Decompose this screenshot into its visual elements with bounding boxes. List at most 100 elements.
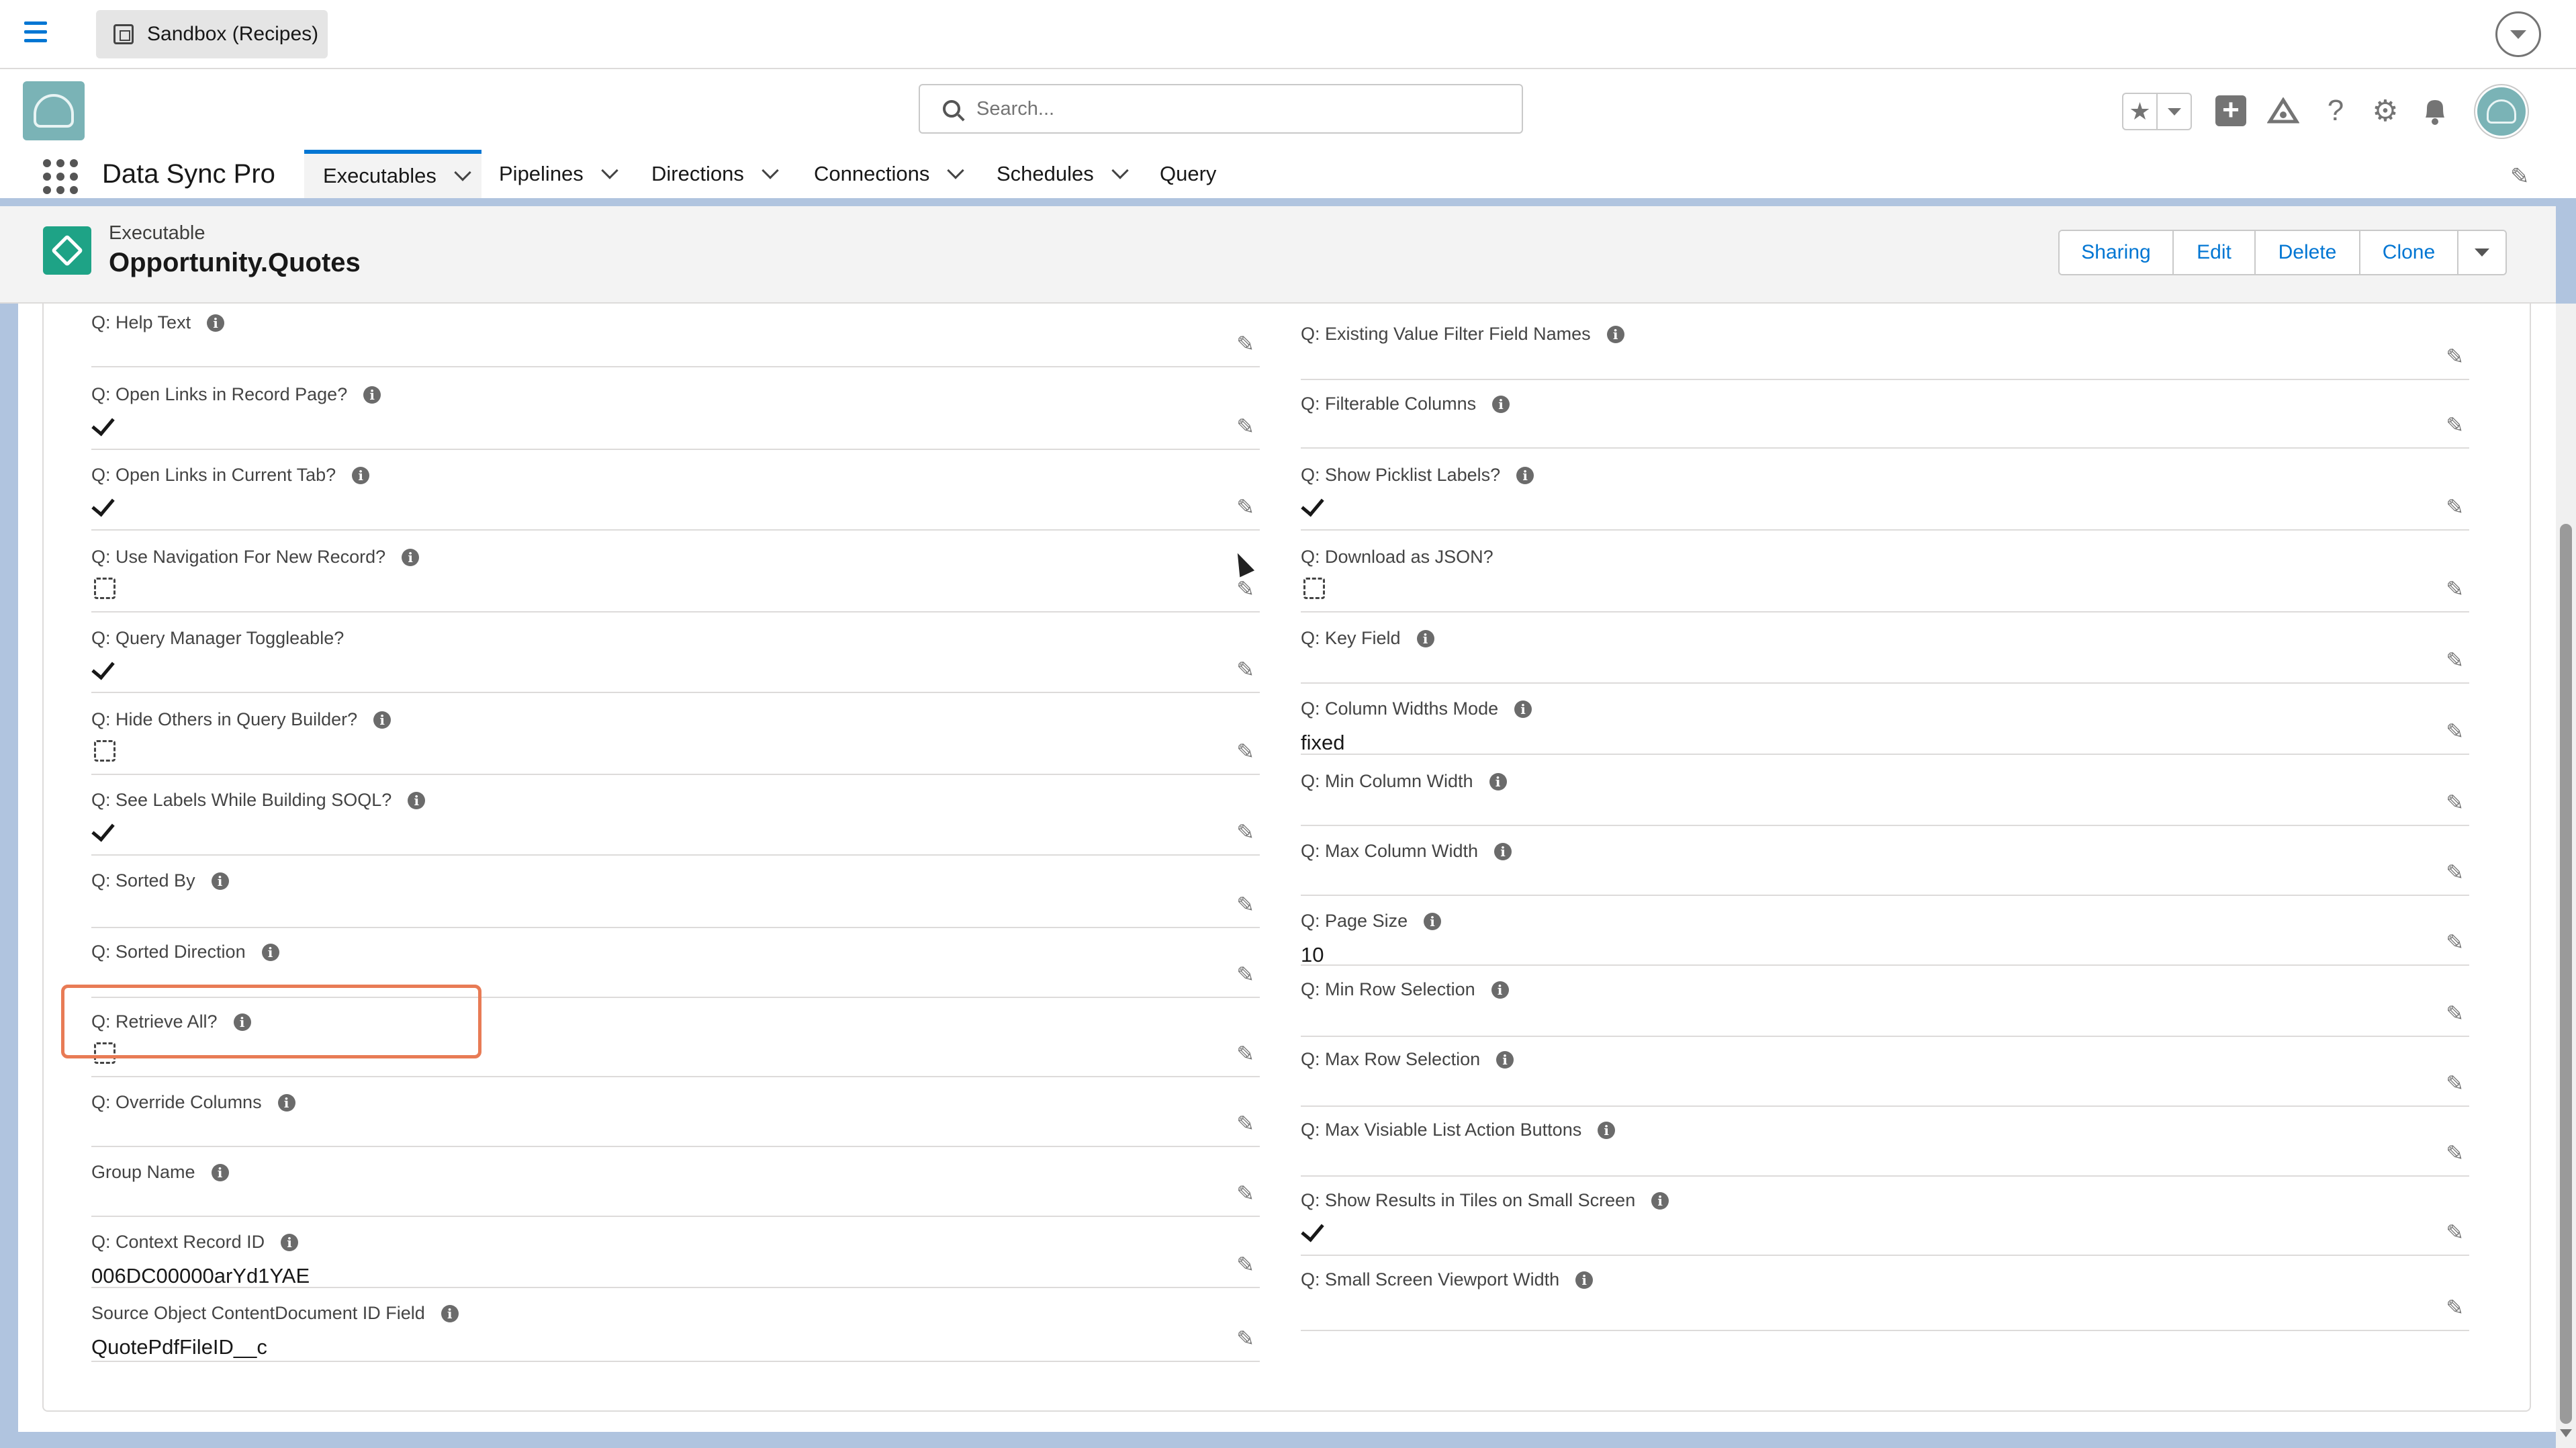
edit-pencil-icon[interactable]: ✎: [1236, 657, 1254, 682]
more-actions-button[interactable]: [2458, 231, 2505, 274]
edit-pencil-icon[interactable]: ✎: [2446, 790, 2464, 815]
edit-pencil-icon[interactable]: ✎: [1236, 1181, 1254, 1206]
chevron-down-icon[interactable]: [762, 162, 779, 179]
edit-pencil-icon[interactable]: ✎: [1236, 1326, 1254, 1351]
edit-pencil-icon[interactable]: ✎: [1236, 1252, 1254, 1277]
edit-pencil-icon[interactable]: ✎: [1236, 414, 1254, 439]
edit-pencil-icon[interactable]: ✎: [2446, 719, 2464, 744]
info-icon[interactable]: i: [1424, 912, 1442, 930]
app-launcher-icon[interactable]: [43, 159, 78, 194]
tab-pipelines[interactable]: Pipelines: [499, 150, 618, 198]
favorites-group: ★: [2122, 93, 2192, 130]
edit-pencil-icon[interactable]: ✎: [2446, 344, 2464, 369]
tab-directions[interactable]: Directions: [651, 150, 779, 198]
edit-pencil-icon[interactable]: ✎: [1236, 494, 1254, 520]
info-icon[interactable]: i: [1514, 700, 1532, 718]
field-row: Q: Use Navigation For New Record? i ✎: [91, 539, 1260, 613]
info-icon[interactable]: i: [441, 1304, 459, 1322]
info-icon[interactable]: i: [1598, 1121, 1616, 1139]
field-label: Q: Open Links in Record Page? i: [91, 384, 381, 405]
edit-pencil-icon[interactable]: ✎: [2446, 1220, 2464, 1245]
field-row: Q: Help Text i ✎: [91, 304, 1260, 367]
info-icon[interactable]: i: [1489, 772, 1507, 790]
info-icon[interactable]: i: [211, 872, 229, 890]
edit-pencil-icon[interactable]: ✎: [2446, 412, 2464, 438]
edit-pencil-icon[interactable]: ✎: [2446, 647, 2464, 673]
scrollbar-thumb[interactable]: [2560, 524, 2572, 1424]
edit-pencil-icon[interactable]: ✎: [2446, 494, 2464, 520]
edit-pencil-icon[interactable]: ✎: [2446, 1001, 2464, 1026]
info-icon[interactable]: i: [363, 386, 381, 404]
avatar[interactable]: [2475, 85, 2528, 138]
info-icon[interactable]: i: [402, 548, 420, 566]
search-icon: [943, 100, 960, 118]
bell-icon[interactable]: [2418, 93, 2452, 128]
chevron-down-icon[interactable]: [2495, 11, 2541, 57]
edit-pencil-icon[interactable]: ✎: [1236, 576, 1254, 602]
favorites-menu-button[interactable]: [2158, 94, 2191, 129]
info-icon[interactable]: i: [1651, 1191, 1669, 1210]
field-label-text: Source Object ContentDocument ID Field: [91, 1303, 425, 1323]
edit-pencil-icon[interactable]: ✎: [1236, 739, 1254, 764]
info-icon[interactable]: i: [373, 711, 392, 729]
info-icon[interactable]: i: [352, 466, 370, 484]
gear-icon[interactable]: ⚙: [2368, 93, 2403, 128]
delete-button[interactable]: Delete: [2256, 231, 2360, 274]
chevron-down-icon[interactable]: [947, 162, 965, 179]
tab-schedules[interactable]: Schedules: [997, 150, 1129, 198]
info-icon[interactable]: i: [1491, 981, 1509, 999]
field-row: Q: Filterable Columns i ✎: [1301, 386, 2469, 449]
field-label-text: Q: See Labels While Building SOQL?: [91, 790, 392, 810]
global-search[interactable]: [919, 84, 1523, 134]
edit-button[interactable]: Edit: [2174, 231, 2256, 274]
field-label-text: Q: Sorted Direction: [91, 942, 246, 962]
tab-label: Pipelines: [499, 162, 584, 185]
menu-icon[interactable]: [24, 21, 47, 44]
tab-query[interactable]: Query: [1160, 150, 1216, 198]
edit-pencil-icon[interactable]: ✎: [1236, 962, 1254, 987]
chevron-down-icon[interactable]: [1111, 162, 1129, 179]
tab-connections[interactable]: Connections: [814, 150, 965, 198]
info-icon[interactable]: i: [1492, 395, 1510, 413]
info-icon[interactable]: i: [207, 314, 225, 332]
info-icon[interactable]: i: [1516, 466, 1534, 484]
info-icon[interactable]: i: [277, 1093, 295, 1112]
scroll-down-arrow[interactable]: [2560, 1429, 2572, 1437]
edit-pencil-icon[interactable]: ✎: [2446, 860, 2464, 885]
trailhead-icon[interactable]: [2266, 93, 2301, 128]
tab-executables[interactable]: Executables: [304, 150, 481, 198]
info-icon[interactable]: i: [1606, 325, 1624, 343]
edit-pencil-icon[interactable]: ✎: [1236, 331, 1254, 357]
sharing-button[interactable]: Sharing: [2060, 231, 2174, 274]
info-icon[interactable]: i: [281, 1233, 299, 1251]
edit-pencil-icon[interactable]: ✎: [1236, 892, 1254, 917]
checkmark-icon: [1301, 493, 1328, 520]
edit-pencil-icon[interactable]: ✎: [1236, 1041, 1254, 1067]
info-icon[interactable]: i: [1496, 1050, 1514, 1069]
chevron-down-icon[interactable]: [454, 164, 471, 181]
star-icon[interactable]: ★: [2123, 94, 2158, 129]
edit-nav-icon[interactable]: ✎: [2510, 163, 2530, 190]
add-icon[interactable]: +: [2213, 93, 2248, 128]
help-icon[interactable]: ?: [2318, 93, 2353, 128]
org-logo[interactable]: [23, 81, 85, 140]
search-input[interactable]: [976, 97, 1500, 120]
edit-pencil-icon[interactable]: ✎: [1236, 819, 1254, 845]
info-icon[interactable]: i: [408, 791, 426, 809]
edit-pencil-icon[interactable]: ✎: [2446, 1140, 2464, 1166]
field-row: Q: Min Row Selection i ✎: [1301, 971, 2469, 1037]
edit-pencil-icon[interactable]: ✎: [2446, 930, 2464, 955]
info-icon[interactable]: i: [1416, 629, 1434, 647]
chevron-down-icon[interactable]: [601, 162, 618, 179]
info-icon[interactable]: i: [1494, 842, 1512, 860]
clone-button[interactable]: Clone: [2360, 231, 2458, 274]
sandbox-pill[interactable]: Sandbox (Recipes): [96, 10, 328, 58]
info-icon[interactable]: i: [211, 1163, 229, 1181]
info-icon[interactable]: i: [261, 943, 279, 961]
edit-pencil-icon[interactable]: ✎: [1236, 1111, 1254, 1136]
edit-pencil-icon[interactable]: ✎: [2446, 1295, 2464, 1320]
edit-pencil-icon[interactable]: ✎: [2446, 576, 2464, 602]
field-row: Source Object ContentDocument ID Field i Q…: [91, 1295, 1260, 1362]
info-icon[interactable]: i: [1575, 1271, 1594, 1289]
edit-pencil-icon[interactable]: ✎: [2446, 1071, 2464, 1096]
